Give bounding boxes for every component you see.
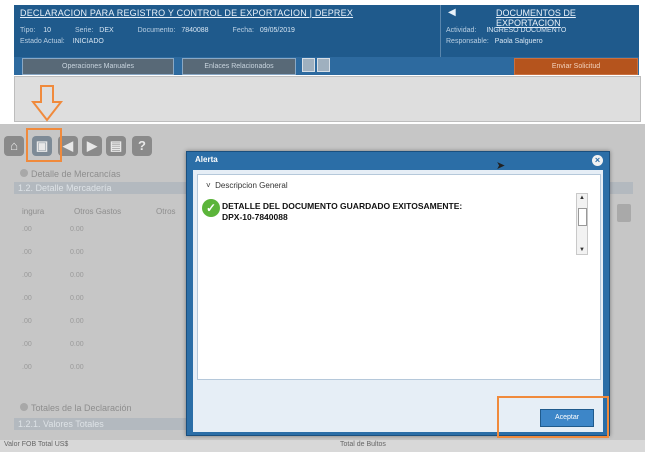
- operaciones-manuales-button[interactable]: Operaciones Manuales: [22, 58, 174, 75]
- totals-row: Valor FOB Total US$ Total de Bultos: [0, 440, 645, 452]
- enviar-solicitud-button[interactable]: Enviar Solicitud: [514, 58, 638, 75]
- col-header-3: Otros: [156, 207, 176, 216]
- cell-value: .00: [22, 226, 32, 233]
- fecha-value: 09/05/2019: [259, 27, 295, 34]
- tipo-value: 10: [43, 27, 52, 34]
- cell-value: 0.00: [70, 295, 84, 302]
- cell-value: 0.00: [70, 272, 84, 279]
- serie-value: DEX: [99, 27, 114, 34]
- home-icon[interactable]: ⌂: [4, 136, 24, 156]
- header-bar: DECLARACION PARA REGISTRO Y CONTROL DE E…: [14, 5, 639, 57]
- scroll-up-icon[interactable]: ▲: [579, 195, 585, 201]
- cell-value: 0.00: [70, 249, 84, 256]
- cell-value: .00: [22, 295, 32, 302]
- cell-value: 0.00: [70, 341, 84, 348]
- cell-value: .00: [22, 272, 32, 279]
- estado-label: Estado Actual:: [20, 38, 65, 45]
- print-icon[interactable]: [317, 58, 330, 72]
- accept-highlight: [497, 396, 609, 438]
- general-description[interactable]: ˅ Descripcion General: [206, 181, 288, 190]
- success-message: DETALLE DEL DOCUMENTO GUARDADO EXITOSAME…: [222, 201, 462, 223]
- mouse-cursor-icon: ➤: [496, 160, 506, 172]
- cell-value: .00: [22, 318, 32, 325]
- close-icon[interactable]: ×: [592, 155, 603, 166]
- scroll-down-icon[interactable]: ▼: [579, 247, 585, 253]
- totales-label: Totales de la Declaración: [31, 403, 132, 413]
- fob-label: Valor FOB Total US$: [4, 441, 69, 448]
- cell-value: 0.00: [70, 226, 84, 233]
- table-row: .00 0.00: [22, 364, 192, 387]
- actividad-label: Actividad:: [446, 27, 477, 34]
- col-header-2: Otros Gastos: [74, 207, 122, 216]
- message-line-1: DETALLE DEL DOCUMENTO GUARDADO EXITOSAME…: [222, 201, 463, 211]
- totales-heading: Totales de la Declaración: [20, 403, 132, 413]
- table-row: .00 0.00: [22, 272, 192, 295]
- table-row: .00 0.00: [22, 341, 192, 364]
- message-scrollbar[interactable]: ▲ ▼: [576, 193, 588, 255]
- cell-value: .00: [22, 249, 32, 256]
- alert-dialog: Alerta × ˅ Descripcion General ✓ DETALLE…: [186, 151, 610, 436]
- detalle-label: Detalle de Mercancías: [31, 169, 121, 179]
- save-highlight: [26, 128, 62, 162]
- header-panel: [14, 76, 641, 122]
- success-check-icon: ✓: [202, 199, 220, 217]
- info-row-2: Estado Actual: INICIADO: [20, 38, 104, 45]
- fecha-label: Fecha:: [232, 27, 254, 34]
- table-row: .00 0.00: [22, 226, 192, 249]
- side-button[interactable]: [617, 204, 631, 222]
- enlaces-relacionados-button[interactable]: Enlaces Relacionados: [182, 58, 296, 75]
- action-bar: Operaciones Manuales Enlaces Relacionado…: [14, 57, 639, 75]
- arrow-down-icon: [31, 85, 63, 122]
- printer-icon[interactable]: ▤: [106, 136, 126, 156]
- detalle-grid: .00 0.00 .00 0.00 .00 0.00 .00 0.00 .00 0.00 .00 0.…: [22, 226, 192, 387]
- col-header-1: ingura: [22, 207, 45, 216]
- scroll-thumb[interactable]: [578, 208, 587, 226]
- message-line-2: DPX-10-7840088: [222, 212, 288, 222]
- actividad-row: Actividad: INGRESO DOCUMENTO: [446, 27, 566, 34]
- page-title[interactable]: DECLARACION PARA REGISTRO Y CONTROL DE E…: [20, 8, 353, 18]
- totales-subbar: 1.2.1. Valores Totales: [14, 418, 193, 430]
- detalle-subbar: 1.2. Detalle Mercadería: [14, 182, 193, 194]
- responsable-label: Responsable:: [446, 38, 489, 45]
- cell-value: 0.00: [70, 318, 84, 325]
- documents-title[interactable]: DOCUMENTOS DE EXPORTACION: [496, 8, 639, 28]
- info-row-1: Tipo: 10 Serie: DEX Documento: 7840088 F…: [20, 27, 295, 34]
- detalle-subbar-end: [608, 182, 633, 194]
- cell-value: 0.00: [70, 364, 84, 371]
- table-row: .00 0.00: [22, 295, 192, 318]
- documento-label: Documento:: [137, 27, 176, 34]
- chevron-down-icon: ˅: [206, 181, 211, 190]
- detalle-heading: Detalle de Mercancías: [20, 169, 121, 179]
- responsable-value: Paola Salguero: [494, 38, 543, 45]
- dialog-title: Alerta: [195, 155, 218, 164]
- cell-value: .00: [22, 364, 32, 371]
- cell-value: .00: [22, 341, 32, 348]
- actividad-value: INGRESO DOCUMENTO: [486, 27, 567, 34]
- dialog-body: ˅ Descripcion General ✓ DETALLE DEL DOCU…: [193, 170, 603, 432]
- estado-value: INICIADO: [72, 38, 104, 45]
- general-description-label: Descripcion General: [215, 181, 288, 190]
- collapse-arrow-icon[interactable]: ◀: [448, 7, 456, 18]
- header-divider: [440, 5, 441, 57]
- table-row: .00 0.00: [22, 318, 192, 341]
- section-bullet-icon: [20, 403, 28, 411]
- responsable-row: Responsable: Paola Salguero: [446, 38, 543, 45]
- tipo-label: Tipo:: [20, 27, 36, 34]
- table-row: .00 0.00: [22, 249, 192, 272]
- dialog-content: ˅ Descripcion General ✓ DETALLE DEL DOCU…: [197, 174, 601, 380]
- document-icon[interactable]: [302, 58, 315, 72]
- help-icon[interactable]: ?: [132, 136, 152, 156]
- documento-value: 7840088: [181, 27, 209, 34]
- section-bullet-icon: [20, 169, 28, 177]
- forward-icon[interactable]: ▶: [82, 136, 102, 156]
- serie-label: Serie:: [75, 27, 94, 34]
- bultos-label: Total de Bultos: [340, 441, 386, 448]
